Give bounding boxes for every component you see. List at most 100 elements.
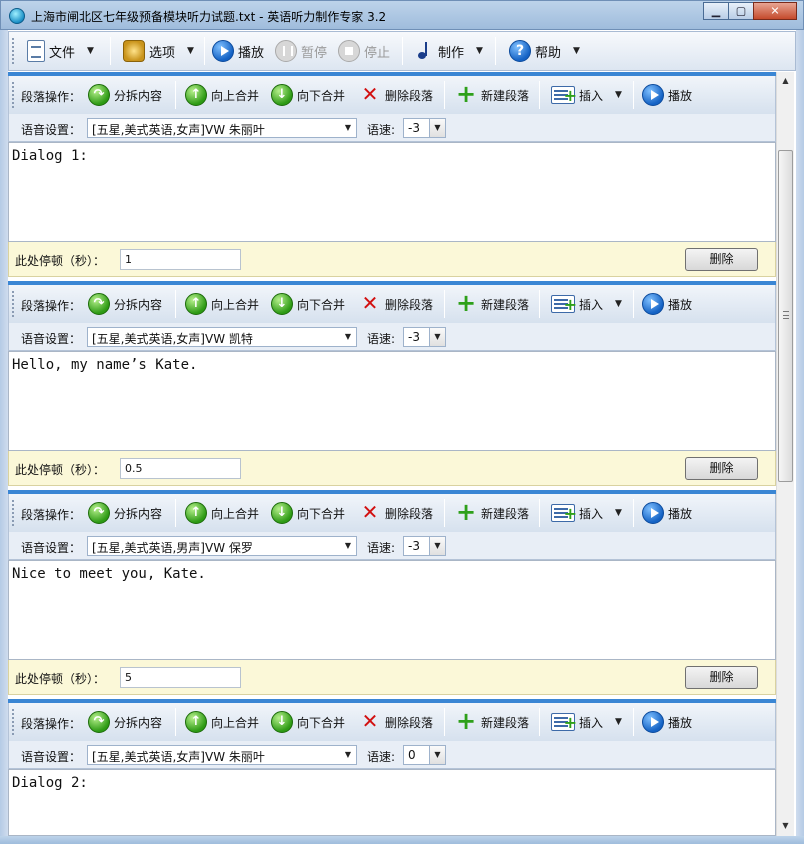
toolbar-grip[interactable] bbox=[12, 291, 15, 317]
voice-select[interactable]: [五星,美式英语,女声]VW 凯特 ▼ bbox=[87, 327, 357, 347]
voice-select[interactable]: [五星,美式英语,男声]VW 保罗 ▼ bbox=[87, 536, 357, 556]
merge-up-button[interactable]: ↑ 向上合并 bbox=[185, 285, 259, 323]
split-content-button[interactable]: ↷ 分拆内容 bbox=[88, 494, 162, 532]
chevron-down-icon: ▼ bbox=[615, 90, 622, 100]
pause-seconds-input[interactable]: 0.5 bbox=[120, 458, 241, 479]
new-paragraph-button[interactable]: + 新建段落 bbox=[455, 703, 529, 741]
scroll-up-icon[interactable]: ▲ bbox=[777, 72, 794, 89]
pause-row: 此处停顿（秒）： 5 删除 bbox=[8, 660, 776, 695]
toolbar-grip[interactable] bbox=[12, 500, 15, 526]
help-menu-button[interactable]: ? 帮助 ▼ bbox=[509, 32, 580, 70]
toolbar-divider bbox=[495, 37, 496, 65]
speed-select[interactable]: -3 ▼ bbox=[403, 327, 446, 347]
options-menu-button[interactable]: 选项 ▼ bbox=[123, 32, 194, 70]
maximize-button[interactable]: ▢ bbox=[728, 2, 754, 20]
file-menu-button[interactable]: 文件 ▼ bbox=[27, 32, 94, 70]
chevron-down-icon: ▼ bbox=[615, 508, 622, 518]
merge-down-button[interactable]: ↓ 向下合并 bbox=[271, 285, 345, 323]
split-label: 分拆内容 bbox=[114, 297, 163, 312]
scroll-down-icon[interactable]: ▼ bbox=[777, 817, 794, 834]
chevron-down-icon: ▼ bbox=[615, 717, 622, 727]
paragraph-play-label: 播放 bbox=[668, 715, 693, 730]
insert-label: 插入 bbox=[579, 506, 604, 521]
insert-menu-button[interactable]: 插入 ▼ bbox=[551, 76, 622, 114]
delete-paragraph-label: 删除段落 bbox=[385, 297, 434, 312]
insert-menu-button[interactable]: 插入 ▼ bbox=[551, 285, 622, 323]
merge-up-button[interactable]: ↑ 向上合并 bbox=[185, 76, 259, 114]
voice-select-value: [五星,美式英语,男声]VW 保罗 bbox=[92, 541, 253, 555]
plus-icon: + bbox=[455, 80, 477, 108]
merge-up-label: 向上合并 bbox=[211, 88, 260, 103]
make-menu-button[interactable]: 制作 ▼ bbox=[416, 32, 483, 70]
stop-label: 停止 bbox=[364, 45, 391, 61]
toolbar-grip[interactable] bbox=[12, 709, 15, 735]
paragraph-play-button[interactable]: 播放 bbox=[642, 285, 692, 323]
delete-pause-button[interactable]: 删除 bbox=[685, 248, 758, 271]
speed-select-value: -3 bbox=[408, 121, 420, 135]
chevron-down-icon: ▼ bbox=[573, 46, 580, 56]
speed-select[interactable]: -3 ▼ bbox=[403, 536, 446, 556]
split-arrow-icon: ↷ bbox=[88, 711, 110, 733]
delete-paragraph-button[interactable]: ✕ 删除段落 bbox=[359, 76, 433, 114]
insert-menu-button[interactable]: 插入 ▼ bbox=[551, 703, 622, 741]
paragraph-play-label: 播放 bbox=[668, 297, 693, 312]
plus-icon: + bbox=[455, 498, 477, 526]
new-paragraph-button[interactable]: + 新建段落 bbox=[455, 76, 529, 114]
speed-select[interactable]: -3 ▼ bbox=[403, 118, 446, 138]
paragraph-panel: 段落操作： ↷分拆内容 ↑向上合并 ↓向下合并 ✕删除段落 +新建段落 插入▼ … bbox=[8, 490, 776, 699]
speed-select-value: 0 bbox=[408, 748, 416, 762]
play-button[interactable]: 播放 bbox=[212, 32, 264, 70]
main-toolbar: 文件 ▼ 选项 ▼ 播放 暂停 停止 制作 ▼ ? 帮助 ▼ bbox=[8, 31, 796, 71]
gear-icon bbox=[123, 40, 145, 62]
paragraph-play-button[interactable]: 播放 bbox=[642, 703, 692, 741]
split-content-button[interactable]: ↷ 分拆内容 bbox=[88, 285, 162, 323]
chevron-down-icon: ▼ bbox=[344, 332, 352, 341]
merge-up-button[interactable]: ↑ 向上合并 bbox=[185, 703, 259, 741]
paragraph-play-button[interactable]: 播放 bbox=[642, 494, 692, 532]
pause-seconds-input[interactable]: 5 bbox=[120, 667, 241, 688]
insert-label: 插入 bbox=[579, 715, 604, 730]
paragraph-panel: 段落操作： ↷分拆内容 ↑向上合并 ↓向下合并 ✕删除段落 +新建段落 插入▼ … bbox=[8, 72, 776, 281]
window-controls: ▁ ▢ ✕ bbox=[703, 2, 797, 20]
close-button[interactable]: ✕ bbox=[753, 2, 797, 20]
paragraph-text-area[interactable]: Dialog 1: bbox=[8, 142, 776, 242]
arrow-up-icon: ↑ bbox=[185, 84, 207, 106]
merge-up-button[interactable]: ↑ 向上合并 bbox=[185, 494, 259, 532]
delete-paragraph-button[interactable]: ✕ 删除段落 bbox=[359, 285, 433, 323]
speed-select[interactable]: 0 ▼ bbox=[403, 745, 446, 765]
play-icon bbox=[642, 711, 664, 733]
pause-button[interactable]: 暂停 bbox=[275, 32, 327, 70]
merge-down-button[interactable]: ↓ 向下合并 bbox=[271, 494, 345, 532]
delete-pause-button[interactable]: 删除 bbox=[685, 457, 758, 480]
maximize-icon: ▢ bbox=[735, 4, 747, 18]
new-paragraph-button[interactable]: + 新建段落 bbox=[455, 494, 529, 532]
split-content-button[interactable]: ↷ 分拆内容 bbox=[88, 76, 162, 114]
delete-paragraph-button[interactable]: ✕ 删除段落 bbox=[359, 703, 433, 741]
paragraph-play-button[interactable]: 播放 bbox=[642, 76, 692, 114]
insert-menu-button[interactable]: 插入 ▼ bbox=[551, 494, 622, 532]
stop-button[interactable]: 停止 bbox=[338, 32, 390, 70]
delete-pause-button[interactable]: 删除 bbox=[685, 666, 758, 689]
toolbar-grip[interactable] bbox=[12, 82, 15, 108]
new-paragraph-button[interactable]: + 新建段落 bbox=[455, 285, 529, 323]
insert-list-icon bbox=[551, 295, 577, 313]
paragraph-text-area[interactable]: Dialog 2: bbox=[8, 769, 776, 836]
merge-down-button[interactable]: ↓ 向下合并 bbox=[271, 703, 345, 741]
speed-label: 语速: bbox=[367, 541, 396, 555]
paragraph-text-area[interactable]: Hello, my name’s Kate. bbox=[8, 351, 776, 451]
minimize-button[interactable]: ▁ bbox=[703, 2, 729, 20]
delete-paragraph-button[interactable]: ✕ 删除段落 bbox=[359, 494, 433, 532]
toolbar-divider bbox=[539, 499, 540, 527]
pause-seconds-input[interactable]: 1 bbox=[120, 249, 241, 270]
toolbar-divider bbox=[633, 81, 634, 109]
toolbar-grip[interactable] bbox=[12, 38, 15, 64]
vertical-scrollbar[interactable]: ▲ ▼ bbox=[776, 72, 794, 836]
voice-select[interactable]: [五星,美式英语,女声]VW 朱丽叶 ▼ bbox=[87, 118, 357, 138]
split-content-button[interactable]: ↷ 分拆内容 bbox=[88, 703, 162, 741]
voice-select[interactable]: [五星,美式英语,女声]VW 朱丽叶 ▼ bbox=[87, 745, 357, 765]
arrow-down-icon: ↓ bbox=[271, 84, 293, 106]
scrollbar-thumb[interactable] bbox=[778, 150, 793, 482]
merge-down-button[interactable]: ↓ 向下合并 bbox=[271, 76, 345, 114]
voice-settings-label: 语音设置： bbox=[21, 332, 82, 346]
paragraph-text-area[interactable]: Nice to meet you, Kate. bbox=[8, 560, 776, 660]
